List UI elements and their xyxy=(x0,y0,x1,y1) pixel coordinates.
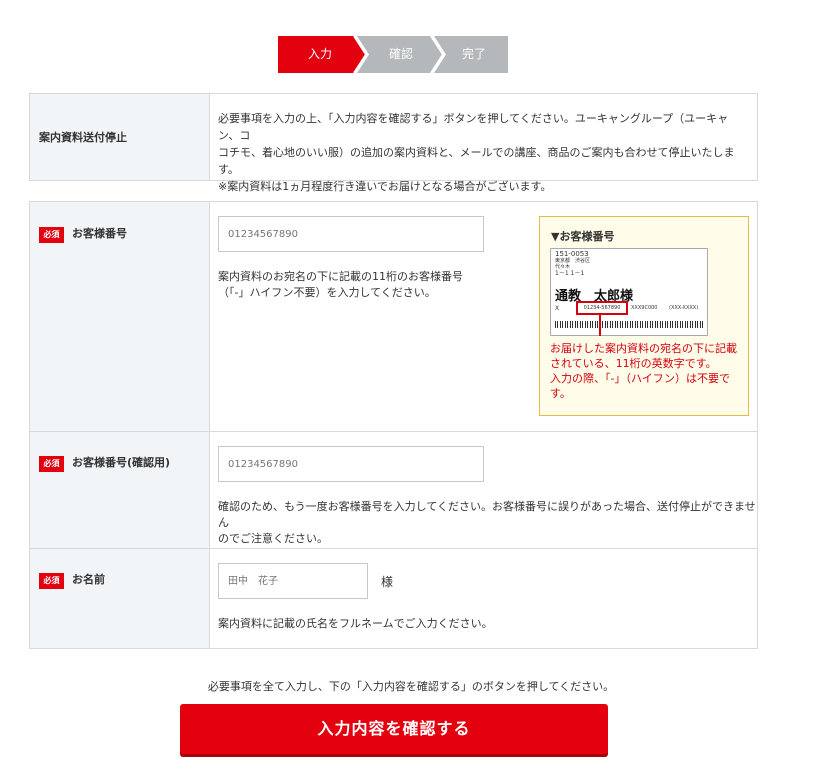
notice-table: 案内資料送付停止 必要事項を入力の上、「入力内容を確認する」ボタンを押してくださ… xyxy=(29,93,758,193)
customer-number-help: 案内資料のお宛名の下に記載の11桁のお客様番号 （「-」ハイフン不要）を入力して… xyxy=(218,269,463,301)
customer-number-example: ▼お客様番号 151-0053 東京都 渋谷区 代々木 1－1 1－1 通教 太… xyxy=(539,216,749,416)
example-address-3: 1－1 1－1 xyxy=(555,270,585,277)
step-complete: 完了 xyxy=(461,47,486,61)
notice-heading: 案内資料送付停止 xyxy=(30,94,210,180)
customer-number-cell: 案内資料のお宛名の下に記載の11桁のお客様番号 （「-」ハイフン不要）を入力して… xyxy=(210,202,757,431)
example-prefix: X xyxy=(555,305,560,312)
name-header: 必須 お名前 xyxy=(30,549,210,648)
step-confirm: 確認 xyxy=(388,47,413,61)
customer-number-confirm-header: 必須 お客様番号(確認用) xyxy=(30,432,210,548)
example-postal: 151-0053 xyxy=(555,250,589,258)
name-suffix: 様 xyxy=(381,575,394,589)
barcode-graphic xyxy=(555,321,705,328)
customer-number-header: 必須 お客様番号 xyxy=(30,202,210,431)
notice-line-3: ※案内資料は1ヵ月程度行き違いでお届けとなる場合がございます。 xyxy=(218,180,552,193)
bottom-instruction: 必要事項を全て入力し、下の「入力内容を確認する」のボタンを押してください。 xyxy=(207,680,615,693)
example-title: ▼お客様番号 xyxy=(551,230,615,243)
example-note-line-4: す。 xyxy=(550,387,571,400)
example-number-highlight: 01234-567890 xyxy=(576,301,628,315)
step-input: 入力 xyxy=(307,47,332,61)
example-pointer-line xyxy=(599,315,601,336)
customer-number-confirm-label: お客様番号(確認用) xyxy=(72,456,171,469)
name-label: お名前 xyxy=(72,573,105,586)
example-code-1: XXX9C000 xyxy=(631,305,658,311)
progress-steps: 入力 確認 完了 xyxy=(278,36,508,73)
notice-body: 必要事項を入力の上、「入力内容を確認する」ボタンを押してください。ユーキャングル… xyxy=(210,94,757,195)
example-code-2: (XXX-XXXX) xyxy=(669,305,699,311)
customer-number-confirm-cell: 確認のため、もう一度お客様番号を入力してください。お客様番号に誤りがあった場合、… xyxy=(210,432,757,548)
required-badge: 必須 xyxy=(39,227,64,243)
customer-number-input[interactable] xyxy=(218,216,484,252)
input-form-table: 必須 お客様番号 案内資料のお宛名の下に記載の11桁のお客様番号 （「-」ハイフ… xyxy=(29,201,758,649)
customer-number-confirm-help: 確認のため、もう一度お客様番号を入力してください。お客様番号に誤りがあった場合、… xyxy=(218,499,757,547)
customer-number-confirm-input[interactable] xyxy=(218,446,484,482)
name-cell: 様 案内資料に記載の氏名をフルネームでご入力ください。 xyxy=(210,549,757,648)
name-help: 案内資料に記載の氏名をフルネームでご入力ください。 xyxy=(218,617,493,630)
notice-line-1: 必要事項を入力の上、「入力内容を確認する」ボタンを押してください。ユーキャングル… xyxy=(218,112,729,142)
example-note-line-3: 入力の際、「-」（ハイフン）は不要で xyxy=(550,372,730,385)
example-note-line-2: されている、11桁の英数字です。 xyxy=(550,357,717,370)
name-input[interactable] xyxy=(218,563,368,599)
customer-number-label: お客様番号 xyxy=(72,227,127,240)
notice-line-2: コチモ、着心地のいい服）の追加の案内資料と、メールでの講座、商品のご案内も合わせ… xyxy=(218,146,735,176)
required-badge: 必須 xyxy=(39,573,64,589)
customer-number-help-line-1: 案内資料のお宛名の下に記載の11桁のお客様番号 xyxy=(218,270,463,283)
customer-number-confirm-help-line-1: 確認のため、もう一度お客様番号を入力してください。お客様番号に誤りがあった場合、… xyxy=(218,500,756,529)
confirm-input-button[interactable]: 入力内容を確認する xyxy=(180,704,608,754)
address-label-image: 151-0053 東京都 渋谷区 代々木 1－1 1－1 通教 太郎様 X 01… xyxy=(550,248,708,336)
example-note-line-1: お届けした案内資料の宛名の下に記載 xyxy=(550,342,737,355)
customer-number-help-line-2: （「-」ハイフン不要）を入力してください。 xyxy=(218,286,436,299)
example-note: お届けした案内資料の宛名の下に記載 されている、11桁の英数字です。 入力の際、… xyxy=(550,341,744,401)
required-badge: 必須 xyxy=(39,456,64,472)
customer-number-confirm-help-line-2: のでご注意ください。 xyxy=(218,532,328,545)
